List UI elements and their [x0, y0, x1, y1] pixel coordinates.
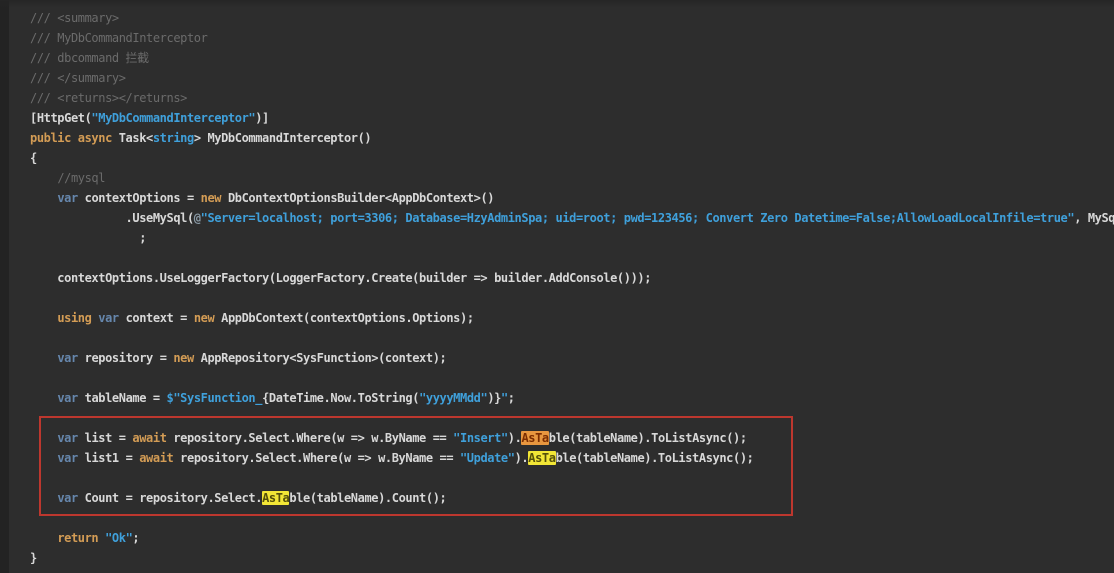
- code-line: [30, 368, 1114, 388]
- code-line: using var context = new AppDbContext(con…: [30, 308, 1114, 328]
- code-line: var contextOptions = new DbContextOption…: [30, 188, 1114, 208]
- code-line: var list1 = await repository.Select.Wher…: [30, 448, 1114, 468]
- code-line: [30, 288, 1114, 308]
- code-line: ;: [30, 228, 1114, 248]
- code-line: var repository = new AppRepository<SysFu…: [30, 348, 1114, 368]
- code-line: //mysql: [30, 168, 1114, 188]
- top-shade: [0, 0, 1114, 8]
- search-match-highlight: AsTa: [528, 451, 555, 465]
- code-line: /// <summary>: [30, 8, 1114, 28]
- search-match-highlight: AsTa: [521, 431, 548, 445]
- search-match-highlight: AsTa: [262, 491, 289, 505]
- code-line: return "Ok";: [30, 528, 1114, 548]
- code-line: [30, 328, 1114, 348]
- code-line: [30, 408, 1114, 428]
- code-editor[interactable]: /// <summary>/// MyDbCommandInterceptor/…: [30, 8, 1114, 573]
- code-line: [HttpGet("MyDbCommandInterceptor")]: [30, 108, 1114, 128]
- code-line: public async Task<string> MyDbCommandInt…: [30, 128, 1114, 148]
- code-line: [30, 248, 1114, 268]
- code-line: /// <returns></returns>: [30, 88, 1114, 108]
- code-lines: /// <summary>/// MyDbCommandInterceptor/…: [30, 8, 1114, 568]
- code-line: [30, 468, 1114, 488]
- editor-gutter: [0, 0, 9, 573]
- code-line: /// dbcommand 拦截: [30, 48, 1114, 68]
- code-line: var Count = repository.Select.AsTable(ta…: [30, 488, 1114, 508]
- code-line: [30, 508, 1114, 528]
- code-line: .UseMySql(@"Server=localhost; port=3306;…: [30, 208, 1114, 228]
- code-line: var tableName = $"SysFunction_{DateTime.…: [30, 388, 1114, 408]
- code-line: /// MyDbCommandInterceptor: [30, 28, 1114, 48]
- code-line: /// </summary>: [30, 68, 1114, 88]
- code-line: var list = await repository.Select.Where…: [30, 428, 1114, 448]
- code-line: {: [30, 148, 1114, 168]
- code-line: }: [30, 548, 1114, 568]
- code-line: contextOptions.UseLoggerFactory(LoggerFa…: [30, 268, 1114, 288]
